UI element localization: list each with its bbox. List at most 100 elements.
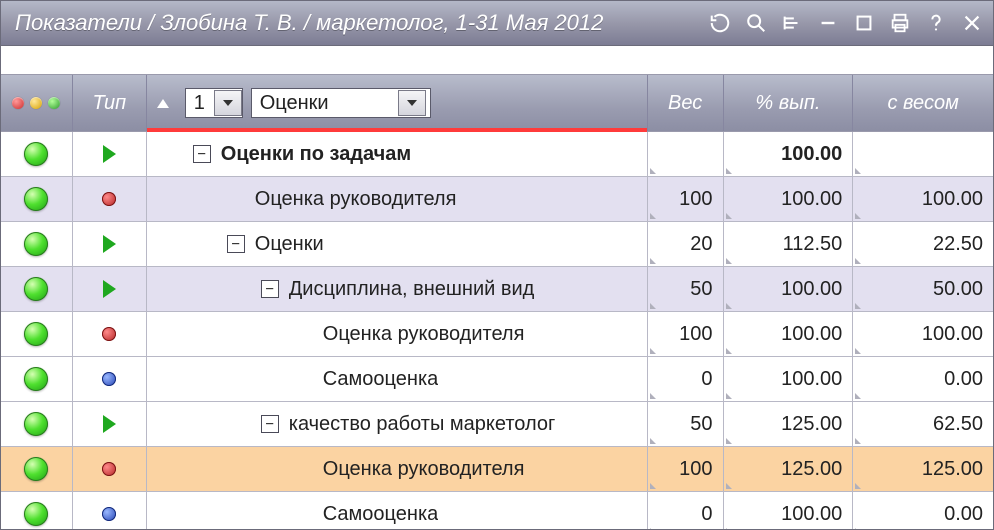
row-label: Самооценка <box>323 368 439 391</box>
close-icon[interactable] <box>961 12 983 34</box>
table-row[interactable]: Оценка руководителя100100.00100.00 <box>1 177 993 222</box>
weight-cell[interactable]: 100 <box>648 312 724 356</box>
row-label: Оценки <box>255 233 324 256</box>
percent-value: 100.00 <box>781 143 842 166</box>
minimize-icon[interactable] <box>817 12 839 34</box>
group-play-icon <box>103 235 116 253</box>
weighted-cell[interactable]: 22.50 <box>853 222 993 266</box>
percent-cell[interactable]: 112.50 <box>724 222 854 266</box>
percent-cell[interactable]: 125.00 <box>724 402 854 446</box>
name-combo-button[interactable] <box>398 90 426 116</box>
header-status[interactable] <box>1 75 73 131</box>
weight-cell[interactable]: 50 <box>648 267 724 311</box>
status-cell <box>1 492 73 529</box>
header-percent[interactable]: % вып. <box>724 75 854 131</box>
percent-cell[interactable]: 100.00 <box>724 492 854 529</box>
collapse-icon[interactable]: − <box>227 235 245 253</box>
collapse-icon[interactable]: − <box>261 280 279 298</box>
group-play-icon <box>103 280 116 298</box>
red-dot-icon <box>102 327 116 341</box>
header-type-label: Тип <box>92 92 126 115</box>
percent-cell[interactable]: 100.00 <box>724 177 854 221</box>
name-cell[interactable]: −Оценки <box>147 222 648 266</box>
table-row[interactable]: Оценка руководителя100100.00100.00 <box>1 312 993 357</box>
help-icon[interactable] <box>925 12 947 34</box>
tree-icon[interactable] <box>781 12 803 34</box>
table-row[interactable]: −качество работы маркетолог50125.0062.50 <box>1 402 993 447</box>
weight-cell[interactable] <box>648 132 724 176</box>
weight-cell[interactable]: 50 <box>648 402 724 446</box>
weighted-cell[interactable]: 100.00 <box>853 177 993 221</box>
name-cell[interactable]: Оценка руководителя <box>147 177 648 221</box>
table-row[interactable]: −Дисциплина, внешний вид50100.0050.00 <box>1 267 993 312</box>
refresh-icon[interactable] <box>709 12 731 34</box>
percent-cell[interactable]: 100.00 <box>724 357 854 401</box>
name-cell[interactable]: Самооценка <box>147 492 648 529</box>
name-cell[interactable]: −качество работы маркетолог <box>147 402 648 446</box>
level-spinner[interactable]: 1 <box>185 88 243 118</box>
weighted-value: 100.00 <box>922 323 983 346</box>
row-label: Дисциплина, внешний вид <box>289 278 535 301</box>
status-cell <box>1 312 73 356</box>
header-type[interactable]: Тип <box>73 75 147 131</box>
status-cell <box>1 402 73 446</box>
table-row[interactable]: −Оценки20112.5022.50 <box>1 222 993 267</box>
percent-cell[interactable]: 125.00 <box>724 447 854 491</box>
table-row[interactable]: Самооценка 0100.000.00 <box>1 492 993 529</box>
row-label: Оценки по задачам <box>221 143 411 166</box>
weight-cell[interactable]: 0 <box>648 492 724 529</box>
percent-cell[interactable]: 100.00 <box>724 267 854 311</box>
percent-cell[interactable]: 100.00 <box>724 312 854 356</box>
header-name: 1 Оценки <box>147 75 648 131</box>
status-green-icon <box>24 142 48 166</box>
red-dot-icon <box>102 462 116 476</box>
blue-dot-icon <box>102 372 116 386</box>
weight-cell[interactable]: 100 <box>648 447 724 491</box>
type-cell <box>73 492 147 529</box>
level-dropdown-button[interactable] <box>214 90 242 116</box>
maximize-icon[interactable] <box>853 12 875 34</box>
name-cell[interactable]: Оценка руководителя <box>147 312 648 356</box>
name-combo[interactable]: Оценки <box>251 88 431 118</box>
status-cell <box>1 357 73 401</box>
collapse-icon[interactable]: − <box>261 415 279 433</box>
header-percent-label: % вып. <box>755 92 820 115</box>
weighted-cell[interactable]: 0.00 <box>853 357 993 401</box>
weighted-cell[interactable]: 0.00 <box>853 492 993 529</box>
weighted-cell[interactable]: 100.00 <box>853 312 993 356</box>
weight-cell[interactable]: 0 <box>648 357 724 401</box>
weighted-cell[interactable]: 62.50 <box>853 402 993 446</box>
weighted-cell[interactable]: 125.00 <box>853 447 993 491</box>
status-green-icon <box>24 187 48 211</box>
row-label: Оценка руководителя <box>323 458 525 481</box>
red-dot-icon <box>102 192 116 206</box>
header-weight-label: Вес <box>668 92 702 115</box>
header-weight[interactable]: Вес <box>648 75 724 131</box>
table-row[interactable]: Самооценка 0100.000.00 <box>1 357 993 402</box>
status-cell <box>1 132 73 176</box>
row-label: Самооценка <box>323 503 439 526</box>
status-green-icon <box>24 367 48 391</box>
weighted-cell[interactable]: 50.00 <box>853 267 993 311</box>
collapse-icon[interactable]: − <box>193 145 211 163</box>
row-label: Оценка руководителя <box>323 323 525 346</box>
header-weighted[interactable]: с весом <box>853 75 993 131</box>
search-icon[interactable] <box>745 12 767 34</box>
weighted-cell[interactable] <box>853 132 993 176</box>
percent-cell[interactable]: 100.00 <box>724 132 854 176</box>
name-cell[interactable]: −Дисциплина, внешний вид <box>147 267 648 311</box>
table-row[interactable]: Оценка руководителя100125.00125.00 <box>1 447 993 492</box>
weight-cell[interactable]: 20 <box>648 222 724 266</box>
row-label: качество работы маркетолог <box>289 413 556 436</box>
name-cell[interactable]: Оценка руководителя <box>147 447 648 491</box>
table-body: −Оценки по задачам100.00Оценка руководит… <box>1 132 993 529</box>
sort-asc-icon[interactable] <box>157 99 169 108</box>
print-icon[interactable] <box>889 12 911 34</box>
window-title: Показатели / Злобина Т. В. / маркетолог,… <box>15 10 709 36</box>
table-row[interactable]: −Оценки по задачам 100.00 <box>1 132 993 177</box>
spacer <box>1 46 993 74</box>
weight-cell[interactable]: 100 <box>648 177 724 221</box>
name-cell[interactable]: Самооценка <box>147 357 648 401</box>
name-cell[interactable]: −Оценки по задачам <box>147 132 648 176</box>
weighted-value: 125.00 <box>922 458 983 481</box>
